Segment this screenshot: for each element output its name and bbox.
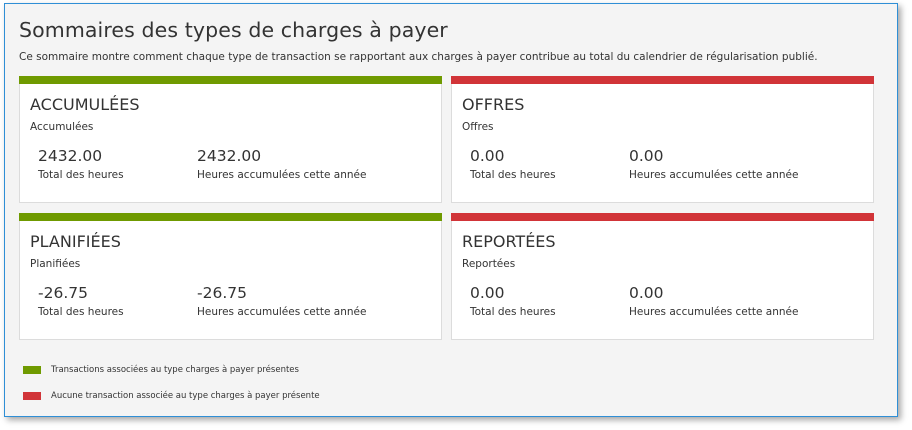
card-subtitle: Planifiées <box>30 258 81 270</box>
card-subtitle: Accumulées <box>30 121 94 133</box>
card-title: PLANIFIÉES <box>30 232 121 251</box>
legend-label: Aucune transaction associée au type char… <box>51 391 320 401</box>
stat-value: 0.00 <box>470 284 505 302</box>
status-bar <box>451 76 874 84</box>
total-hours-stat: 0.00 Total des heures <box>470 284 556 318</box>
total-hours-stat: 2432.00 Total des heures <box>38 147 124 181</box>
total-hours-stat: 0.00 Total des heures <box>470 147 556 181</box>
page-title: Sommaires des types de charges à payer <box>19 18 448 42</box>
year-hours-stat: -26.75 Heures accumulées cette année <box>197 284 366 318</box>
card-title: REPORTÉES <box>462 232 556 251</box>
stat-value: -26.75 <box>38 284 88 302</box>
card-subtitle: Offres <box>462 121 494 133</box>
card-title: ACCUMULÉES <box>30 95 140 114</box>
stat-label: Total des heures <box>38 169 124 181</box>
legend-swatch <box>23 392 41 400</box>
stat-label: Total des heures <box>470 306 556 318</box>
stat-label: Heures accumulées cette année <box>629 306 799 318</box>
stat-value: 0.00 <box>629 147 664 165</box>
year-hours-stat: 0.00 Heures accumulées cette année <box>629 284 798 318</box>
card-subtitle: Reportées <box>462 258 516 270</box>
legend-swatch <box>23 366 41 374</box>
stat-value: 0.00 <box>470 147 505 165</box>
year-hours-stat: 0.00 Heures accumulées cette année <box>629 147 798 181</box>
card-accumulees: ACCUMULÉES Accumulées 2432.00 Total des … <box>19 76 442 203</box>
stat-value: -26.75 <box>197 284 247 302</box>
summary-panel: Sommaires des types de charges à payer C… <box>4 3 898 417</box>
stat-label: Heures accumulées cette année <box>197 306 367 318</box>
status-bar <box>451 213 874 221</box>
stat-value: 0.00 <box>629 284 664 302</box>
card-offres: OFFRES Offres 0.00 Total des heures 0.00… <box>451 76 874 203</box>
card-title: OFFRES <box>462 95 525 114</box>
card-reportees: REPORTÉES Reportées 0.00 Total des heure… <box>451 213 874 340</box>
stat-value: 2432.00 <box>38 147 103 165</box>
year-hours-stat: 2432.00 Heures accumulées cette année <box>197 147 366 181</box>
page-description: Ce sommaire montre comment chaque type d… <box>19 51 818 63</box>
status-bar <box>19 76 442 84</box>
legend-label: Transactions associées au type charges à… <box>51 365 299 375</box>
stat-label: Total des heures <box>470 169 556 181</box>
status-bar <box>19 213 442 221</box>
stat-label: Heures accumulées cette année <box>629 169 799 181</box>
stat-value: 2432.00 <box>197 147 262 165</box>
stat-label: Heures accumulées cette année <box>197 169 367 181</box>
stat-label: Total des heures <box>38 306 124 318</box>
total-hours-stat: -26.75 Total des heures <box>38 284 124 318</box>
card-planifiees: PLANIFIÉES Planifiées -26.75 Total des h… <box>19 213 442 340</box>
